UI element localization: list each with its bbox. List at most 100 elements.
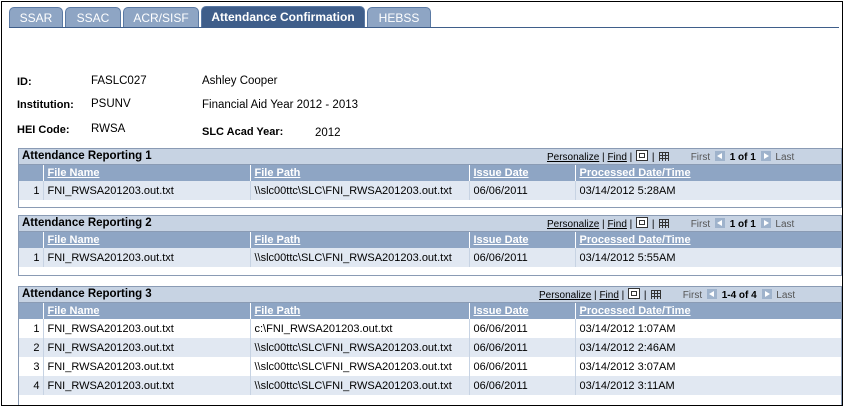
last-link[interactable]: Last [775,152,794,163]
grid-title: Attendance Reporting 3 [22,288,152,300]
tab-hebss[interactable]: HEBSS [367,7,431,27]
grid-header: Attendance Reporting 2 Personalize | Fin… [19,216,841,232]
table-row: 1 FNI_RWSA201203.out.txt c:\FNI_RWSA2012… [19,319,841,338]
tab-ssar[interactable]: SSAR [9,7,63,27]
attendance-grid-3: Attendance Reporting 3 Personalize | Fin… [18,286,842,405]
download-grid-icon[interactable] [659,219,670,228]
table-row: 1 FNI_RWSA201203.out.txt \\slc00ttc\SLC\… [19,248,841,267]
issue-date-header[interactable]: Issue Date [468,165,575,181]
file-name-cell: FNI_RWSA201203.out.txt [42,357,250,376]
aid-year: Financial Aid Year 2012 - 2013 [202,99,359,111]
student-name: Ashley Cooper [202,75,278,87]
tab-underline [9,27,839,28]
previous-arrow-icon[interactable] [706,289,717,299]
nav-separator: | [602,219,605,230]
grid-nav: Personalize | Find | | First 1-4 of 4 La… [539,288,795,301]
view-all-icon[interactable] [628,288,641,299]
view-all-icon[interactable] [636,217,649,228]
nav-separator: | [602,152,605,163]
find-link[interactable]: Find [607,152,626,163]
processed-cell: 03/14/2012 3:07AM [574,357,841,376]
nav-separator: | [621,290,625,301]
file-path-cell: \\slc00ttc\SLC\FNI_RWSA201203.out.txt [249,248,469,267]
grid-table: File Name File Path Issue Date Processed… [19,165,841,200]
issue-date-cell: 06/06/2011 [468,319,575,338]
grid-header: Attendance Reporting 3 Personalize | Fin… [19,287,841,303]
nav-separator: | [594,290,597,301]
issue-date-cell: 06/06/2011 [468,357,575,376]
issue-date-header[interactable]: Issue Date [468,303,575,319]
previous-arrow-icon[interactable] [714,151,725,161]
nav-separator: | [651,152,655,163]
column-header-row: File Name File Path Issue Date Processed… [19,165,841,181]
file-path-header[interactable]: File Path [249,165,469,181]
first-link[interactable]: First [691,219,710,230]
table-row: 2 FNI_RWSA201203.out.txt \\slc00ttc\SLC\… [19,338,841,357]
tab-attendance-confirmation[interactable]: Attendance Confirmation [201,6,365,27]
personalize-link[interactable]: Personalize [547,219,599,230]
grid-nav: Personalize | Find | | First 1 of 1 Last [547,150,794,163]
processed-cell: 03/14/2012 5:55AM [574,248,841,267]
table-row: 3 FNI_RWSA201203.out.txt \\slc00ttc\SLC\… [19,357,841,376]
first-link[interactable]: First [683,290,702,301]
row-number: 1 [19,181,43,200]
row-count: 1 of 1 [729,152,756,163]
tab-ssac[interactable]: SSAC [65,7,121,27]
processed-header[interactable]: Processed Date/Time [574,165,841,181]
file-path-header[interactable]: File Path [249,303,469,319]
download-grid-icon[interactable] [659,152,670,161]
next-arrow-icon[interactable] [761,289,772,299]
row-number-header [19,165,43,181]
grid-header: Attendance Reporting 1 Personalize | Fin… [19,149,841,165]
processed-cell: 03/14/2012 3:11AM [574,376,841,395]
column-header-row: File Name File Path Issue Date Processed… [19,303,841,319]
next-arrow-icon[interactable] [760,218,771,228]
column-header-row: File Name File Path Issue Date Processed… [19,232,841,248]
row-count: 1-4 of 4 [721,290,757,301]
row-number: 2 [19,338,43,357]
file-name-cell: FNI_RWSA201203.out.txt [42,181,250,200]
file-path-header[interactable]: File Path [249,232,469,248]
personalize-link[interactable]: Personalize [547,152,599,163]
file-name-cell: FNI_RWSA201203.out.txt [42,248,250,267]
file-name-header[interactable]: File Name [42,232,250,248]
file-name-header[interactable]: File Name [42,303,250,319]
row-number: 3 [19,357,43,376]
processed-header[interactable]: Processed Date/Time [574,232,841,248]
file-path-cell: \\slc00ttc\SLC\FNI_RWSA201203.out.txt [249,376,469,395]
row-number-header [19,303,43,319]
file-name-cell: FNI_RWSA201203.out.txt [42,338,250,357]
download-grid-icon[interactable] [651,290,662,299]
processed-cell: 03/14/2012 2:46AM [574,338,841,357]
row-number: 4 [19,376,43,395]
grid-nav: Personalize | Find | | First 1 of 1 Last [547,217,794,230]
personalize-link[interactable]: Personalize [539,290,591,301]
previous-arrow-icon[interactable] [714,218,725,228]
grid-title: Attendance Reporting 1 [22,150,152,162]
find-link[interactable]: Find [599,290,618,301]
id-label: ID: [17,76,32,88]
row-number: 1 [19,248,43,267]
nav-separator: | [643,290,647,301]
processed-cell: 03/14/2012 5:28AM [574,181,841,200]
slc-acad-year-value: 2012 [315,127,341,139]
last-link[interactable]: Last [776,290,795,301]
file-path-cell: \\slc00ttc\SLC\FNI_RWSA201203.out.txt [249,181,469,200]
grid-table: File Name File Path Issue Date Processed… [19,303,841,395]
grid-title: Attendance Reporting 2 [22,217,152,229]
view-all-icon[interactable] [636,150,649,161]
file-path-cell: \\slc00ttc\SLC\FNI_RWSA201203.out.txt [249,357,469,376]
last-link[interactable]: Last [775,219,794,230]
tab-acr-sisf[interactable]: ACR/SISF [123,7,199,27]
issue-date-header[interactable]: Issue Date [468,232,575,248]
slc-acad-year-label: SLC Acad Year: [202,126,284,138]
institution-label: Institution: [17,99,74,111]
file-name-header[interactable]: File Name [42,165,250,181]
processed-header[interactable]: Processed Date/Time [574,303,841,319]
file-name-cell: FNI_RWSA201203.out.txt [42,319,250,338]
attendance-grid-2: Attendance Reporting 2 Personalize | Fin… [18,215,842,276]
find-link[interactable]: Find [607,219,626,230]
next-arrow-icon[interactable] [760,151,771,161]
hei-code-label: HEI Code: [17,124,70,136]
first-link[interactable]: First [691,152,710,163]
